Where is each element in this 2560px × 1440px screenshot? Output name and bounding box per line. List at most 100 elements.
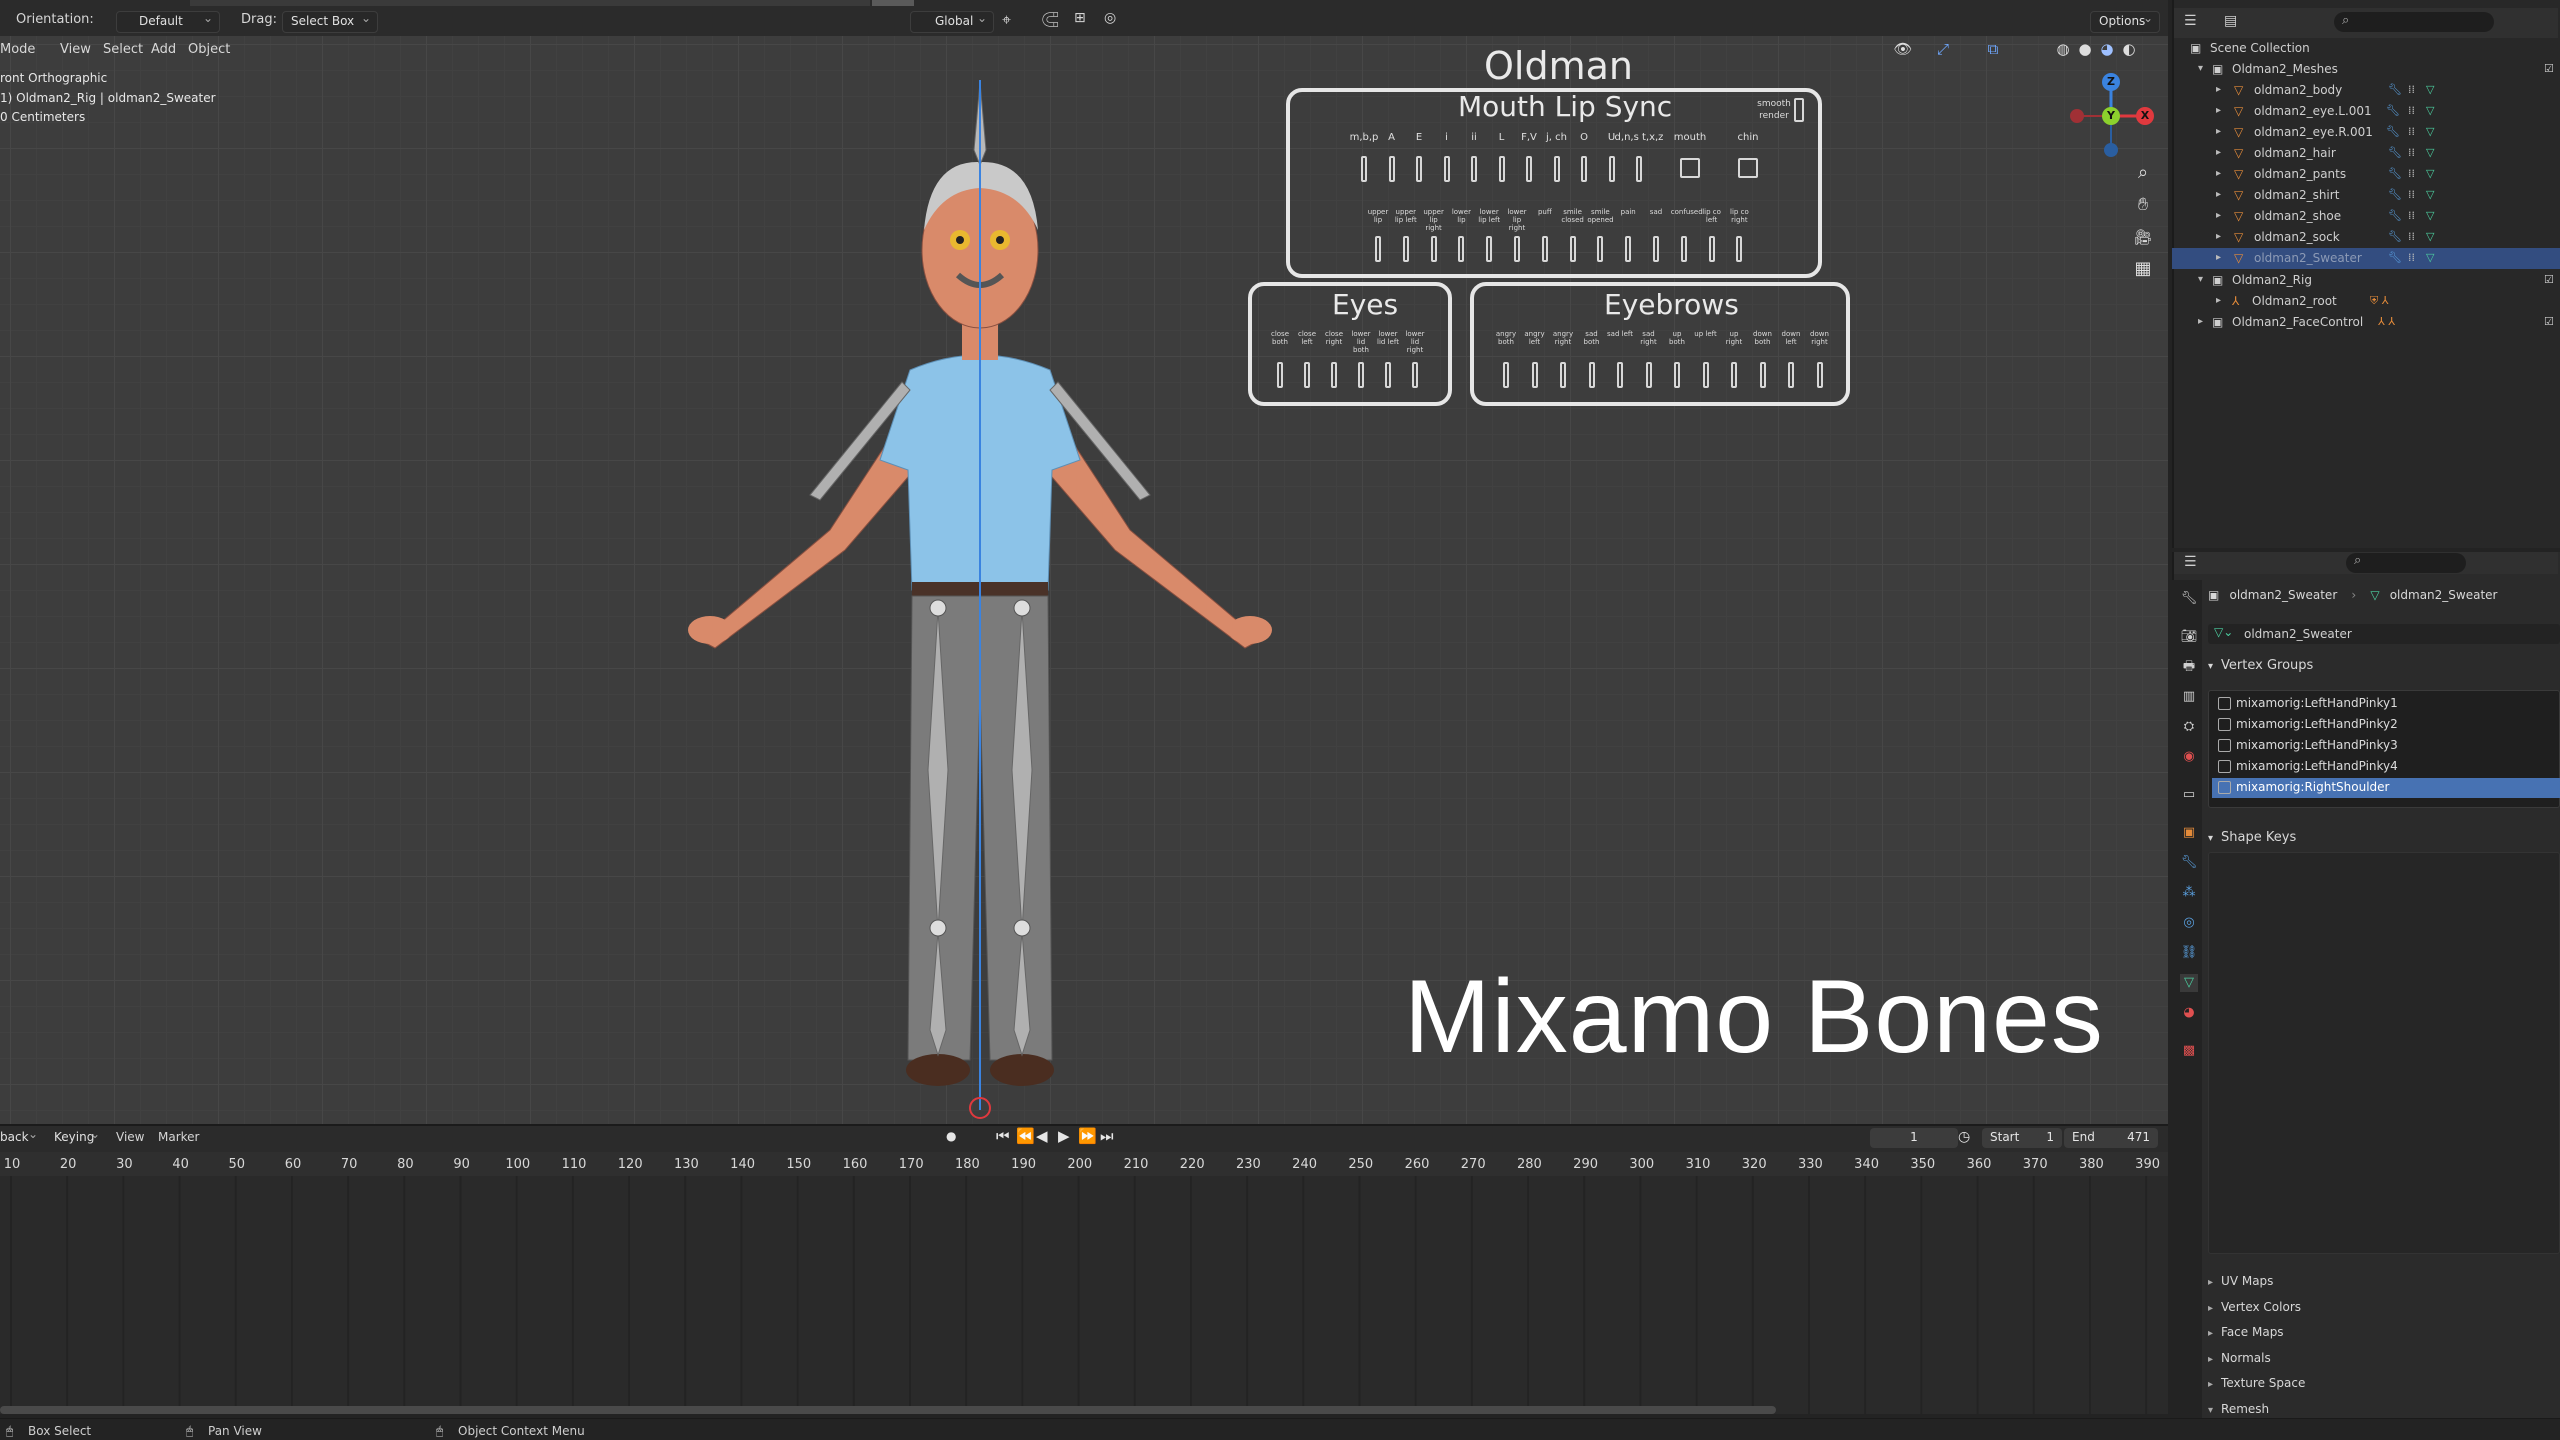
overlay-toggle-icon[interactable]: ⧉ xyxy=(1980,36,2006,62)
view-menu[interactable]: View xyxy=(60,42,91,57)
mouth-row2-slider[interactable] xyxy=(1736,236,1743,262)
visibility-icon[interactable]: 👁︎ xyxy=(1890,36,1916,62)
physics-tab-icon[interactable]: ◎ xyxy=(2180,914,2198,932)
playback-menu[interactable]: back xyxy=(0,1127,44,1148)
properties-section-header[interactable]: ▸ Vertex Colors xyxy=(2208,1300,2301,1314)
jump-end-icon[interactable]: ⏭ xyxy=(1100,1127,1114,1145)
properties-section-header[interactable]: ▸ UV Maps xyxy=(2208,1274,2273,1288)
expand-triangle-icon[interactable]: ▸ xyxy=(2216,231,2221,242)
checkbox-icon[interactable]: ☑ xyxy=(2544,315,2554,328)
keying-menu[interactable]: Keying xyxy=(46,1127,106,1148)
vertex-groups-icon[interactable]: ⁞⁞ xyxy=(2408,230,2415,243)
mesh-data-icon[interactable]: ▽ xyxy=(2426,146,2434,159)
outliner-item-mesh[interactable]: ▸ ▽ oldman2_eye.R.001 🔧︎ ⁞⁞ ▽ xyxy=(2172,122,2560,143)
modifier-icon[interactable]: 🔧︎ xyxy=(2388,188,2402,201)
properties-section-header[interactable]: ▸ Texture Space xyxy=(2208,1376,2305,1390)
eyes-slider[interactable] xyxy=(1412,362,1418,388)
display-mode-icon[interactable]: ▤ xyxy=(2224,13,2237,29)
mouth-slider[interactable] xyxy=(1608,156,1615,182)
eyebrows-slider[interactable] xyxy=(1531,362,1538,388)
eyebrows-slider[interactable] xyxy=(1759,362,1766,388)
eyes-slider[interactable] xyxy=(1358,362,1364,388)
vertex-groups-icon[interactable]: ⁞⁞ xyxy=(2408,146,2415,159)
current-frame-field[interactable]: 1 xyxy=(1870,1128,1958,1148)
expand-triangle-icon[interactable]: ▸ xyxy=(2216,210,2221,221)
mouth-row2-slider[interactable] xyxy=(1375,236,1381,262)
orientation-dropdown[interactable]: Default xyxy=(116,11,220,33)
snap-icon[interactable]: 🧲︎ xyxy=(1040,10,1060,29)
gizmo-toggle-icon[interactable]: ⤢ xyxy=(1930,36,1956,62)
vertex-group-item[interactable]: mixamorig:LeftHandPinky2 xyxy=(2212,715,2560,735)
gizmo-y-axis[interactable]: Y xyxy=(2102,107,2120,125)
timeline-area[interactable] xyxy=(0,1152,2168,1414)
start-frame-field[interactable]: Start 1 xyxy=(1982,1128,2062,1148)
ortho-grid-icon[interactable]: ▦ xyxy=(2130,256,2156,282)
mouth-slider[interactable] xyxy=(1443,156,1450,182)
gizmo-x-axis[interactable]: X xyxy=(2136,107,2154,125)
outliner-item-mesh[interactable]: ▸ ▽ oldman2_shirt 🔧︎ ⁞⁞ ▽ xyxy=(2172,185,2560,206)
mesh-data-icon[interactable]: ▽ xyxy=(2426,125,2434,138)
properties-section-header[interactable]: ▸ Face Maps xyxy=(2208,1325,2284,1339)
eyebrows-slider[interactable] xyxy=(1674,362,1680,388)
gizmo-z-axis[interactable]: Z xyxy=(2102,73,2120,91)
mouth-slider[interactable] xyxy=(1416,156,1422,182)
record-icon[interactable]: ● xyxy=(946,1129,956,1143)
editor-type-icon[interactable]: ☰ xyxy=(2184,13,2197,29)
eyebrows-slider[interactable] xyxy=(1788,362,1794,388)
mouth-row2-slider[interactable] xyxy=(1653,236,1659,262)
outliner-item-mesh[interactable]: ▸ ▽ oldman2_sock 🔧︎ ⁞⁞ ▽ xyxy=(2172,227,2560,248)
vertex-group-item[interactable]: mixamorig:RightShoulder xyxy=(2212,778,2560,798)
vertex-groups-icon[interactable]: ⁞⁞ xyxy=(2408,104,2415,117)
rendered-shading-icon[interactable]: ◐ xyxy=(2116,36,2142,62)
mouth-row2-slider[interactable] xyxy=(1514,236,1520,262)
mouth-slider[interactable] xyxy=(1388,156,1395,182)
mesh-data-icon[interactable]: ▽ xyxy=(2426,209,2434,222)
eyebrows-slider[interactable] xyxy=(1816,362,1823,388)
mesh-data-icon[interactable]: ▽ xyxy=(2426,251,2434,264)
options-dropdown[interactable]: Options xyxy=(2090,11,2160,33)
workspace-tab-active[interactable] xyxy=(872,0,914,6)
jump-start-icon[interactable]: ⏮ xyxy=(996,1127,1010,1145)
modifier-icon[interactable]: 🔧︎ xyxy=(2388,209,2402,222)
vertex-group-item[interactable]: mixamorig:LeftHandPinky4 xyxy=(2212,757,2560,777)
properties-section-header[interactable]: ▸ Normals xyxy=(2208,1351,2271,1365)
mouth-slider[interactable] xyxy=(1361,156,1367,182)
object-menu[interactable]: Object xyxy=(188,42,230,57)
mode-menu[interactable]: Mode xyxy=(0,42,35,57)
expand-triangle-icon[interactable]: ▸ xyxy=(2216,189,2221,200)
eyes-slider[interactable] xyxy=(1385,362,1391,388)
mouth-row2-slider[interactable] xyxy=(1625,236,1632,262)
view-layer-tab-icon[interactable]: ▥ xyxy=(2180,688,2198,706)
eyes-slider[interactable] xyxy=(1304,362,1310,388)
mouth-slider[interactable] xyxy=(1581,156,1587,182)
end-frame-field[interactable]: End 471 xyxy=(2064,1128,2158,1148)
mouth-row2-slider[interactable] xyxy=(1541,236,1548,262)
modifier-icon[interactable]: 🔧︎ xyxy=(2388,83,2402,96)
expand-triangle-icon[interactable]: ▸ xyxy=(2216,252,2221,263)
material-tab-icon[interactable]: ◕ xyxy=(2180,1004,2198,1022)
outliner-item-mesh[interactable]: ▸ ▽ oldman2_body 🔧︎ ⁞⁞ ▽ xyxy=(2172,80,2560,101)
modifier-icon[interactable]: 🔧︎ xyxy=(2388,146,2402,159)
checkbox-icon[interactable]: ☑ xyxy=(2544,62,2554,75)
outliner-item-rig-root[interactable]: ▸ ⅄ Oldman2_root ⛨ ⅄ xyxy=(2172,291,2560,312)
tool-tab-icon[interactable]: 🔧︎ xyxy=(2180,590,2198,608)
next-keyframe-icon[interactable]: ⏩ xyxy=(1078,1127,1097,1145)
play-reverse-icon[interactable]: ◀ xyxy=(1036,1127,1048,1145)
mouth-slider[interactable] xyxy=(1636,156,1642,182)
mouth-row2-slider[interactable] xyxy=(1569,236,1576,262)
mesh-data-icon[interactable]: ▽ xyxy=(2426,83,2434,96)
pan-hand-icon[interactable]: ✋︎ xyxy=(2130,192,2156,218)
mouth-row2-slider[interactable] xyxy=(1708,236,1715,262)
output-tab-icon[interactable]: 🖶︎ xyxy=(2180,658,2198,676)
mouth-row2-slider[interactable] xyxy=(1597,236,1604,262)
timeline-marker-menu[interactable]: Marker xyxy=(158,1130,199,1144)
outliner-collection-meshes[interactable]: ▾ ▣ Oldman2_Meshes ☑ xyxy=(2172,59,2560,80)
vertex-groups-icon[interactable]: ⁞⁞ xyxy=(2408,188,2415,201)
render-tab-icon[interactable]: 📷︎ xyxy=(2180,628,2198,646)
eyebrows-slider[interactable] xyxy=(1645,362,1652,388)
mouth-row2-slider[interactable] xyxy=(1680,236,1687,262)
modifier-icon[interactable]: 🔧︎ xyxy=(2386,125,2400,138)
smooth-render-toggle[interactable] xyxy=(1794,98,1804,122)
eyebrows-slider[interactable] xyxy=(1702,362,1709,388)
vertex-groups-icon[interactable]: ⁞⁞ xyxy=(2408,125,2415,138)
